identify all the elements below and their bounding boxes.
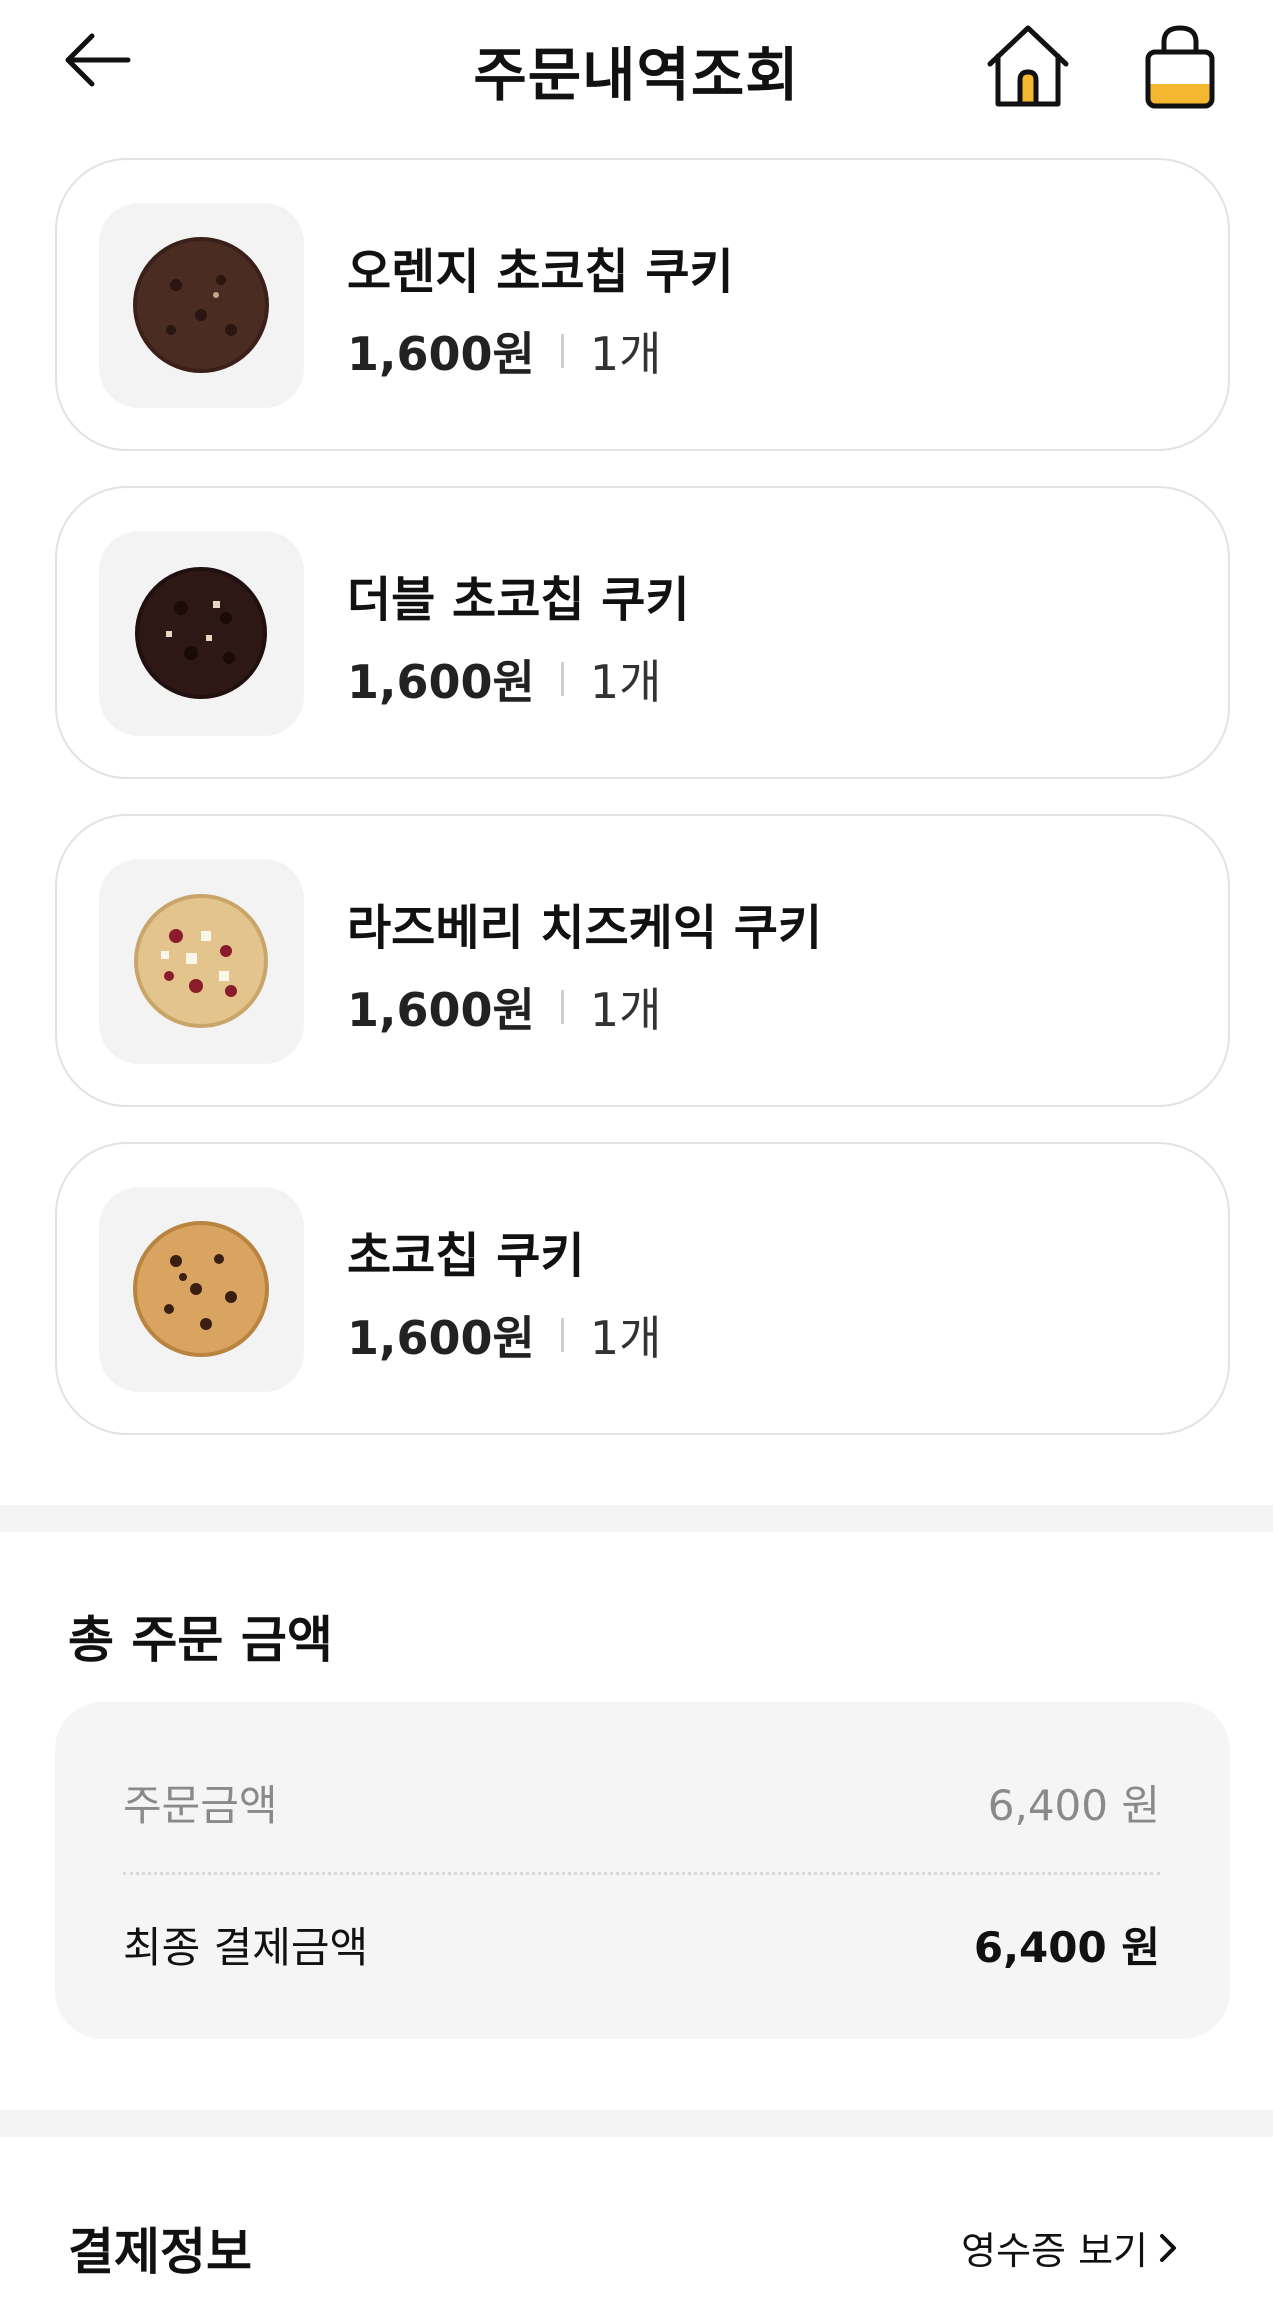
shopping-bag-icon [1145,25,1215,109]
orange-choco-chip-cookie-image [133,237,269,373]
product-price: 1,600원 [347,1311,535,1365]
product-quantity: 1개 [589,1311,662,1365]
total-section-title: 총 주문 금액 [68,1611,333,1669]
app-header: 주문내역조회 [0,0,1273,140]
final-amount-value: 6,400 원 [973,1923,1160,1972]
order-item-card[interactable]: 더블 초코칩 쿠키 1,600원 1개 [55,486,1230,779]
section-divider [0,1505,1273,1532]
page-title: 주문내역조회 [473,41,800,109]
order-item-list: 오렌지 초코칩 쿠키 1,600원 1개 더블 초코칩 쿠키 1,600원 1개 [55,158,1230,1470]
section-divider [0,2110,1273,2137]
product-name: 오렌지 초코칩 쿠키 [347,244,734,300]
order-item-card[interactable]: 오렌지 초코칩 쿠키 1,600원 1개 [55,158,1230,451]
divider [560,1318,564,1352]
home-icon [987,25,1069,107]
choco-chip-cookie-image [133,1221,269,1357]
view-receipt-label: 영수증 보기 [961,2229,1148,2273]
product-price: 1,600원 [347,983,535,1037]
order-item-card[interactable]: 초코칩 쿠키 1,600원 1개 [55,1142,1230,1435]
product-meta: 1,600원 1개 [347,974,661,1040]
product-thumbnail [99,531,304,736]
product-meta: 1,600원 1개 [347,646,661,712]
product-meta: 1,600원 1개 [347,1302,661,1368]
order-amount-row: 주문금액 6,400 원 [123,1772,1160,1833]
product-name: 초코칩 쿠키 [347,1228,585,1284]
product-thumbnail [99,859,304,1064]
dotted-divider [123,1872,1160,1875]
order-item-card[interactable]: 라즈베리 치즈케익 쿠키 1,600원 1개 [55,814,1230,1107]
raspberry-cheesecake-cookie-image [134,894,268,1028]
payment-section-title: 결제정보 [68,2223,252,2281]
view-receipt-link[interactable]: 영수증 보기 [961,2220,1178,2275]
final-amount-row: 최종 결제금액 6,400 원 [123,1914,1160,1975]
product-quantity: 1개 [589,327,662,381]
product-thumbnail [99,1187,304,1392]
divider [560,662,564,696]
product-quantity: 1개 [589,983,662,1037]
chevron-right-icon [1160,2233,1176,2262]
product-quantity: 1개 [589,655,662,709]
divider [560,334,564,368]
product-price: 1,600원 [347,655,535,709]
order-summary-box: 주문금액 6,400 원 최종 결제금액 6,400 원 [55,1702,1230,2039]
home-button[interactable] [980,22,1076,112]
final-amount-label: 최종 결제금액 [123,1923,369,1972]
cart-button[interactable] [1140,22,1220,112]
product-name: 라즈베리 치즈케익 쿠키 [347,900,823,956]
product-meta: 1,600원 1개 [347,318,661,384]
order-amount-label: 주문금액 [123,1781,278,1830]
product-price: 1,600원 [347,327,535,381]
product-thumbnail [99,203,304,408]
divider [560,990,564,1024]
double-choco-chip-cookie-image [135,567,267,699]
order-amount-value: 6,400 원 [987,1781,1160,1830]
product-name: 더블 초코칩 쿠키 [347,572,690,628]
